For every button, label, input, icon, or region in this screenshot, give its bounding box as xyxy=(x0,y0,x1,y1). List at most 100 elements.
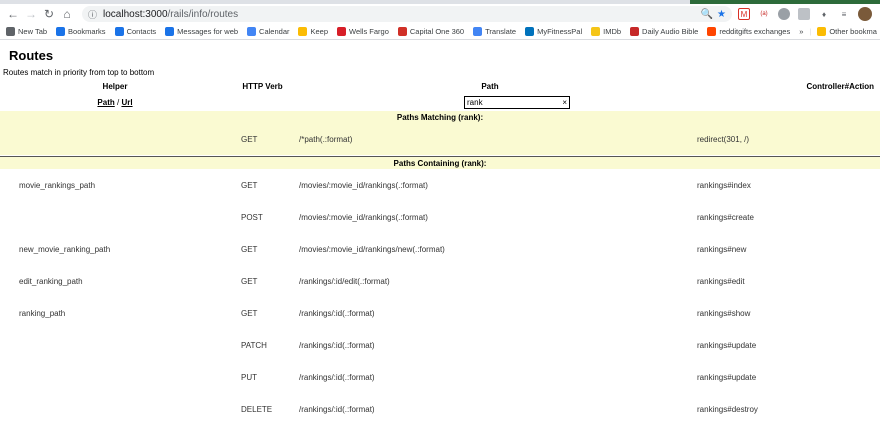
route-action: rankings#index xyxy=(697,180,751,190)
bookmark-item[interactable]: Messages for web xyxy=(165,27,238,36)
route-helper xyxy=(0,123,230,155)
star-icon xyxy=(56,27,66,36)
bookmark-item[interactable]: Daily Audio Bible xyxy=(630,27,698,36)
page-title: Routes xyxy=(9,48,54,63)
address-bar[interactable]: ⓘ localhost:3000/rails/info/routes 🔍 ★ xyxy=(82,6,732,22)
zoom-icon[interactable]: 🔍 xyxy=(701,9,713,20)
table-row: PUT/rankings/:id(.:format) rankings#updat… xyxy=(0,361,880,393)
route-action: rankings#destroy xyxy=(697,404,758,414)
route-verb: GET xyxy=(241,244,258,254)
header-helper: Helper xyxy=(102,81,128,91)
bookmark-item[interactable]: New Tab xyxy=(6,27,47,36)
bookmark-item[interactable]: Keep xyxy=(298,27,328,36)
route-path: /rankings/:id(.:format) xyxy=(299,404,375,414)
bookmarks-overflow-button[interactable]: » xyxy=(799,27,803,36)
reading-list-icon[interactable]: ≡ xyxy=(838,8,850,20)
messages-icon xyxy=(165,27,175,36)
other-bookmarks-label: Other bookma xyxy=(829,27,877,36)
route-action: rankings#update xyxy=(697,372,757,382)
clear-search-icon[interactable]: × xyxy=(562,98,567,107)
route-helper xyxy=(0,329,230,361)
paths-matching-header-label: Paths Matching (rank): xyxy=(396,112,484,122)
route-path: /rankings/:id(.:format) xyxy=(299,340,375,350)
bookmark-label: Messages for web xyxy=(177,27,239,36)
bookmark-item[interactable]: Calendar xyxy=(247,27,289,36)
table-row: DELETE/rankings/:id(.:format) rankings#de… xyxy=(0,393,880,425)
back-icon[interactable]: ← xyxy=(4,5,22,23)
bookmark-item[interactable]: Contacts xyxy=(114,27,157,36)
table-row: ranking_path GET/rankings/:id(.:format) ra… xyxy=(0,297,880,329)
reddit-icon xyxy=(707,27,717,36)
bookmark-label: Wells Fargo xyxy=(349,27,389,36)
route-verb: DELETE xyxy=(241,404,273,414)
calendar-icon xyxy=(247,27,257,36)
route-path: /rankings/:id(.:format) xyxy=(299,308,375,318)
paths-matching-header: Paths Matching (rank): xyxy=(0,111,880,123)
header-path: Path xyxy=(481,81,499,91)
bookmark-label: Contacts xyxy=(126,27,157,36)
other-bookmarks[interactable]: Other bookma xyxy=(817,27,877,36)
route-helper: edit_ranking_path xyxy=(19,276,83,286)
route-verb: PATCH xyxy=(241,340,267,350)
route-path: /movies/:movie_id/rankings(.:format) xyxy=(299,212,428,222)
route-path: /rankings/:id(.:format) xyxy=(299,372,375,382)
route-verb: POST xyxy=(241,212,263,222)
bookmark-label: Bookmarks xyxy=(68,27,106,36)
profile-avatar[interactable] xyxy=(858,7,872,21)
route-action: rankings#create xyxy=(697,212,754,222)
extension-square-icon[interactable] xyxy=(798,8,810,20)
table-row: PATCH/rankings/:id(.:format) rankings#upd… xyxy=(0,329,880,361)
bookmark-label: IMDb xyxy=(603,27,622,36)
contacts-icon xyxy=(114,27,124,36)
route-helper: movie_rankings_path xyxy=(19,180,96,190)
home-icon[interactable]: ⌂ xyxy=(58,5,76,23)
extension-gray-icon[interactable] xyxy=(778,8,790,20)
bookmark-label: New Tab xyxy=(18,27,48,36)
route-verb: PUT xyxy=(241,372,257,382)
url-host: localhost:3000 xyxy=(103,8,168,20)
bookmark-item[interactable]: Capital One 360 xyxy=(397,27,464,36)
route-path: /*path(.:format) xyxy=(299,134,353,144)
forward-icon[interactable]: → xyxy=(22,5,40,23)
search-value: rank xyxy=(467,97,483,107)
route-path: /movies/:movie_id/rankings/new(.:format) xyxy=(299,244,445,254)
extension-icon[interactable]: (a) xyxy=(758,8,770,20)
routes-table: Helper HTTP Verb Path Controller#Action … xyxy=(0,79,880,425)
reload-icon[interactable]: ↻ xyxy=(40,5,58,23)
browser-toolbar: ← → ↻ ⌂ ⓘ localhost:3000/rails/info/rout… xyxy=(0,4,880,24)
dab-icon xyxy=(630,27,640,36)
bookmark-label: Keep xyxy=(310,27,329,36)
bookmark-label: MyFitnessPal xyxy=(537,27,583,36)
url-link[interactable]: Url xyxy=(121,98,132,107)
bookmark-star-icon[interactable]: ★ xyxy=(717,9,726,20)
myfitnesspal-icon xyxy=(525,27,535,36)
extensions: M (a) ♦ ≡ xyxy=(738,7,872,21)
bookmark-item[interactable]: MyFitnessPal xyxy=(525,27,582,36)
info-icon[interactable]: ⓘ xyxy=(88,8,97,21)
bookmark-item[interactable]: redditgifts exchanges xyxy=(707,27,790,36)
translate-icon xyxy=(473,27,483,36)
url-path: /rails/info/routes xyxy=(167,8,239,20)
page-content: Routes Routes match in priority from top… xyxy=(0,40,880,425)
bookmark-item[interactable]: Bookmarks xyxy=(56,27,106,36)
bookmark-item[interactable]: Translate xyxy=(473,27,516,36)
capitalone-icon xyxy=(397,27,407,36)
route-action: redirect(301, /) xyxy=(697,134,750,144)
table-row: GET /*path(.:format) redirect(301, /) xyxy=(0,123,880,155)
path-link[interactable]: Path xyxy=(97,98,114,107)
route-helper: new_movie_ranking_path xyxy=(19,244,111,254)
puzzle-icon[interactable]: ♦ xyxy=(818,8,830,20)
table-row: movie_rankings_path GET/movies/:movie_id/… xyxy=(0,169,880,201)
wellsfargo-icon xyxy=(337,27,347,36)
gmail-icon[interactable]: M xyxy=(738,8,750,20)
route-search-input[interactable]: rank × xyxy=(464,95,570,109)
keep-icon xyxy=(298,27,308,36)
bookmark-item[interactable]: IMDb xyxy=(591,27,621,36)
route-helper xyxy=(0,393,230,425)
table-row: new_movie_ranking_path GET/movies/:movie_… xyxy=(0,233,880,265)
helper-toggle: Path / Url xyxy=(0,93,230,111)
paths-containing-header-label: Paths Containing (rank): xyxy=(393,158,487,168)
page-subtitle: Routes match in priority from top to bot… xyxy=(3,68,155,77)
bookmark-item[interactable]: Wells Fargo xyxy=(337,27,389,36)
header-controller-action: Controller#Action xyxy=(806,81,874,91)
